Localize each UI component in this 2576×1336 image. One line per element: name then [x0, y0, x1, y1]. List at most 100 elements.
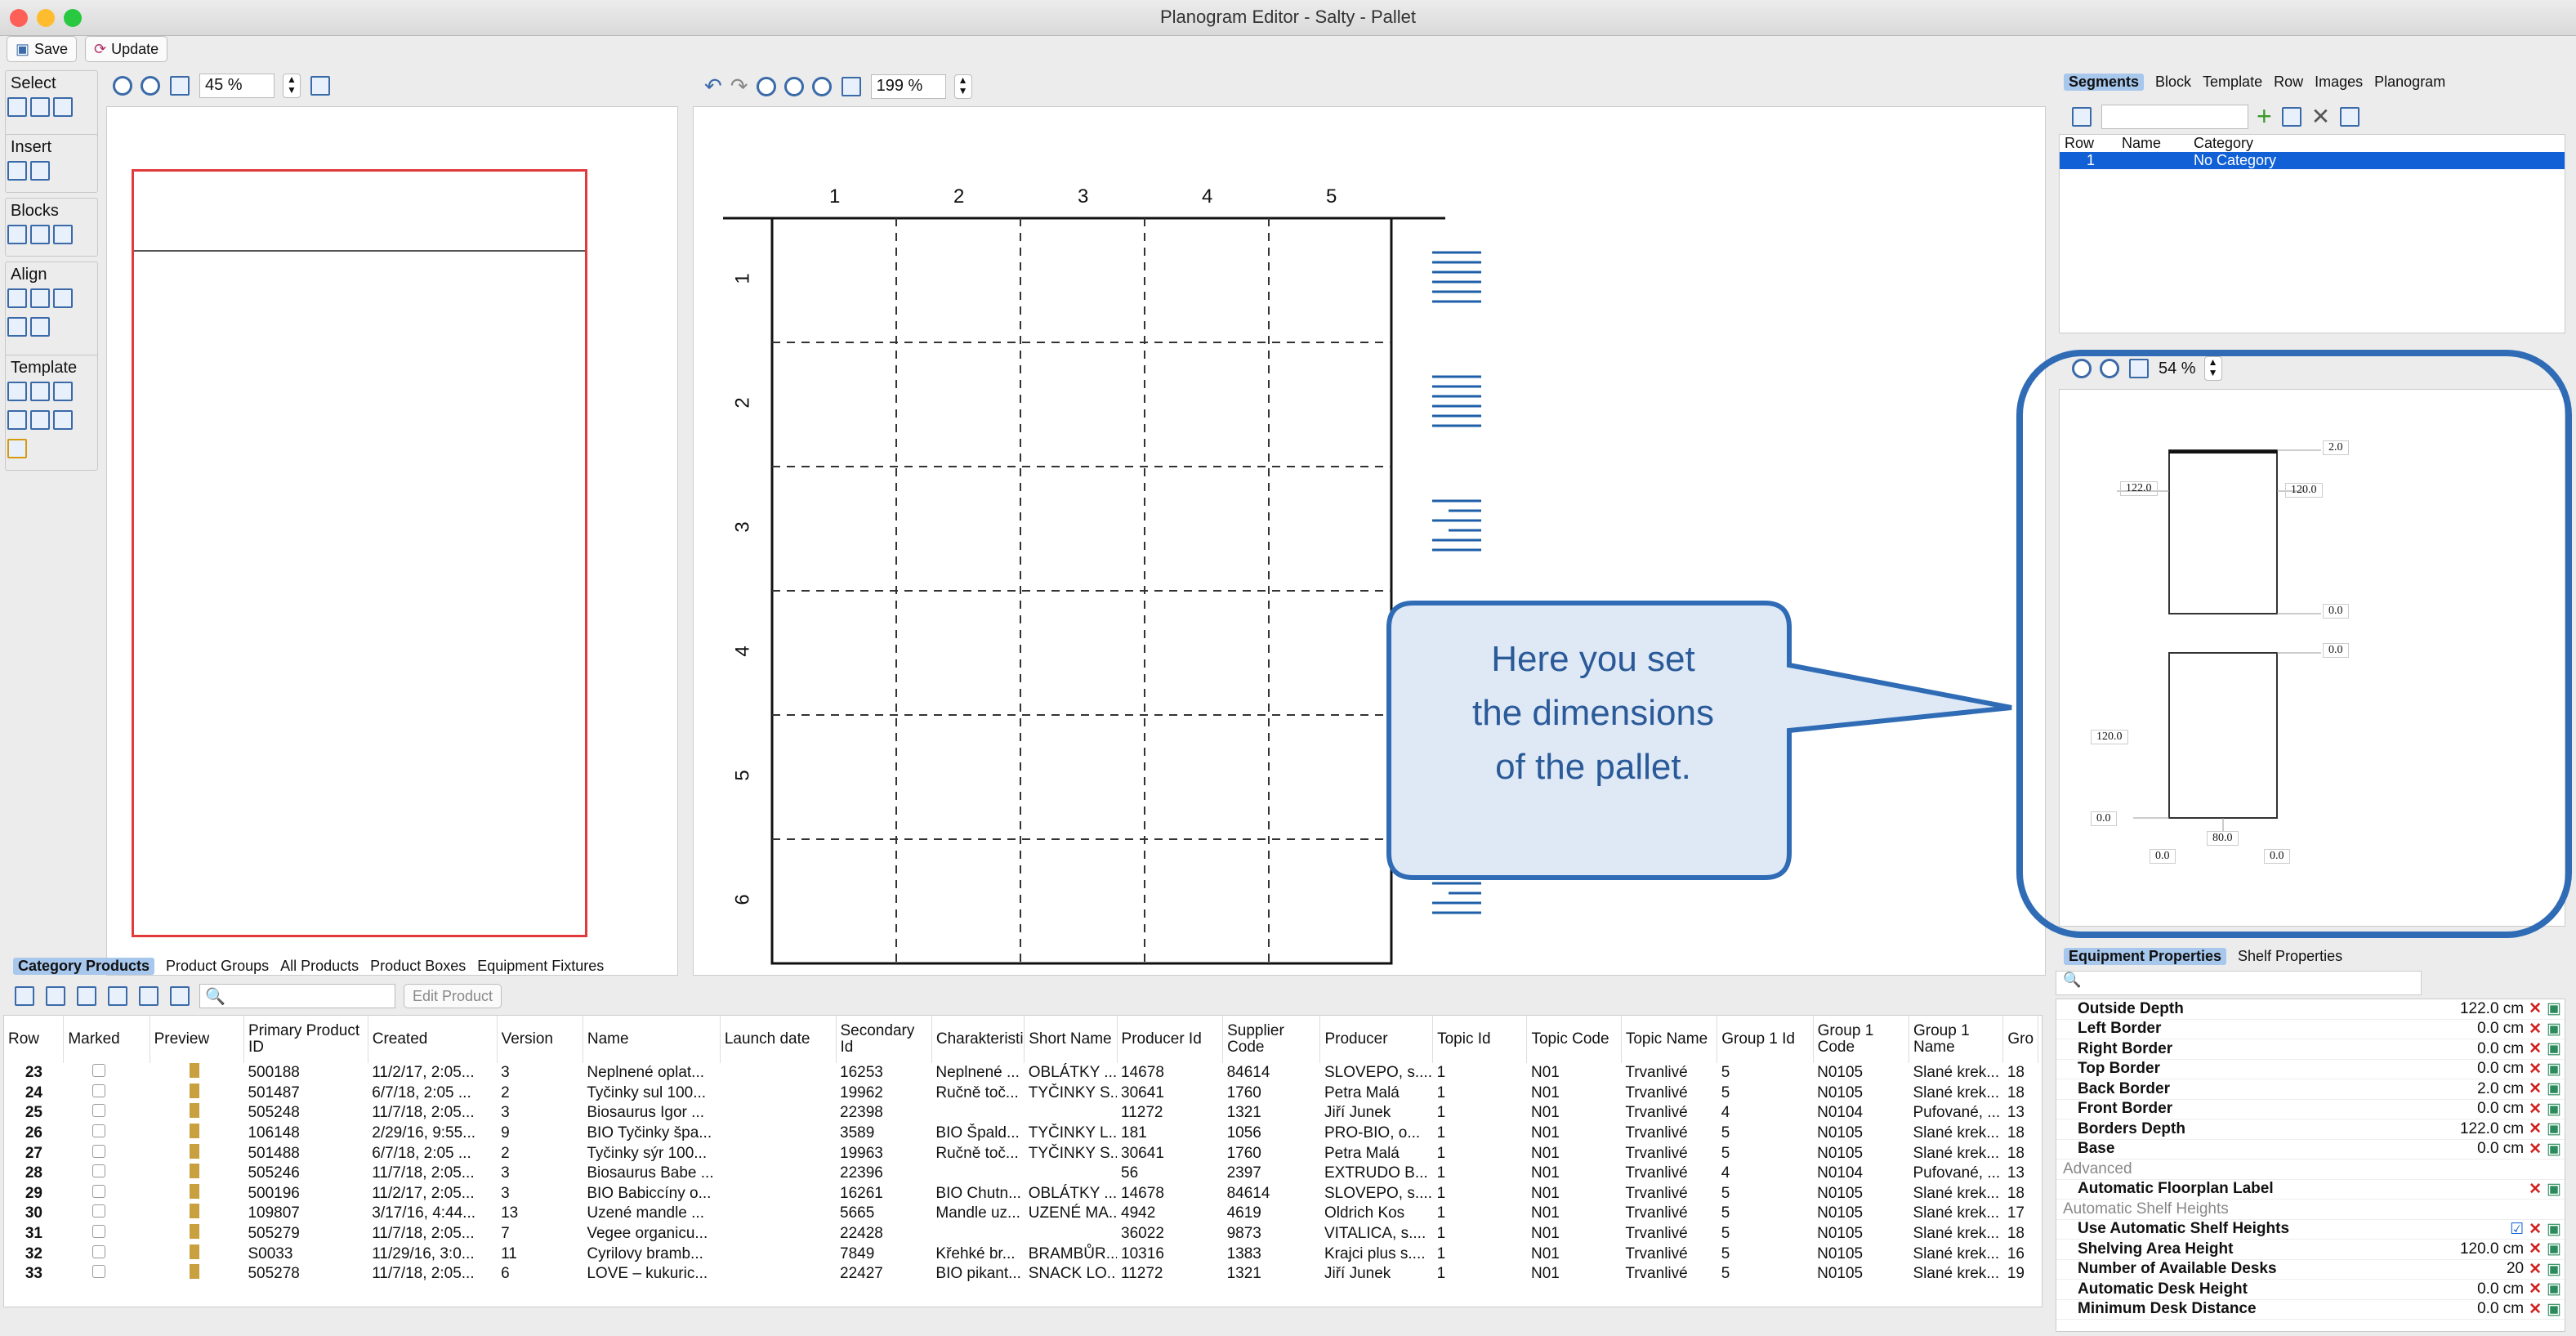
automatic-shelf-section[interactable]: Automatic Shelf Heights: [2056, 1200, 2565, 1220]
property-row[interactable]: Base 0.0 cm ✕ ▣: [2056, 1140, 2565, 1160]
marked-checkbox[interactable]: [64, 1084, 150, 1104]
dim-lower-height[interactable]: 120.0: [2091, 730, 2128, 744]
property-row[interactable]: Outside Depth 122.0 cm ✕ ▣: [2056, 999, 2565, 1020]
align-center-icon[interactable]: [30, 288, 50, 308]
segments-search-input[interactable]: [2101, 104, 2248, 129]
marked-checkbox[interactable]: [64, 1224, 150, 1244]
marked-checkbox[interactable]: [64, 1124, 150, 1144]
tab-equipment-properties[interactable]: Equipment Properties: [2064, 948, 2227, 965]
edit-product-button[interactable]: Edit Product: [404, 984, 502, 1008]
template-2-icon[interactable]: [30, 382, 50, 401]
fit-icon[interactable]: [2129, 359, 2149, 378]
dim-bottom-a[interactable]: 0.0: [2150, 849, 2176, 864]
property-row[interactable]: Top Border 0.0 cm ✕ ▣: [2056, 1060, 2565, 1079]
marked-checkbox[interactable]: [64, 1164, 150, 1184]
copy-icon[interactable]: [46, 986, 65, 1006]
segment-row[interactable]: 1 No Category: [2060, 152, 2565, 169]
select-grid-icon[interactable]: [30, 97, 50, 117]
template-6-icon[interactable]: [53, 410, 73, 430]
tab-segments[interactable]: Segments: [2064, 74, 2145, 91]
check-icon[interactable]: [15, 986, 34, 1006]
tab-all-products[interactable]: All Products: [280, 958, 359, 975]
split-icon[interactable]: [2340, 106, 2360, 127]
tab-images[interactable]: Images: [2315, 74, 2363, 91]
fit-icon[interactable]: [170, 76, 190, 96]
table-row[interactable]: 32 S0033 11/29/16, 3:0... 11 Cyrilovy bramb.…: [4, 1244, 2038, 1264]
align-right-icon[interactable]: [53, 288, 73, 308]
table-row[interactable]: 33 505278 11/7/18, 2:05... 6 LOVE – kukuric.…: [4, 1264, 2038, 1285]
tab-planogram[interactable]: Planogram: [2374, 74, 2445, 91]
dim-bottom-b[interactable]: 0.0: [2264, 849, 2290, 864]
property-row[interactable]: Number of Available Desks 20 ✕ ▣: [2056, 1260, 2565, 1280]
template-5-icon[interactable]: [30, 410, 50, 430]
table-row[interactable]: 28 505246 11/7/18, 2:05... 3 Biosaurus Babe …: [4, 1164, 2038, 1184]
zoom-out-icon[interactable]: [784, 76, 804, 96]
select-item-icon[interactable]: [7, 97, 27, 117]
zoom-in-icon[interactable]: [2072, 359, 2092, 378]
tab-category-products[interactable]: Category Products: [13, 958, 155, 975]
tab-product-groups[interactable]: Product Groups: [166, 958, 269, 975]
zoom-reset-icon[interactable]: [811, 76, 832, 96]
table-row[interactable]: 30 109807 3/17/16, 4:44... 13 Uzené mandle .…: [4, 1204, 2038, 1224]
warning-icon[interactable]: [7, 439, 27, 458]
property-row[interactable]: Minimum Desk Distance 0.0 cm ✕ ▣: [2056, 1300, 2565, 1320]
zoom-out-icon[interactable]: [141, 76, 160, 96]
table-row[interactable]: 23 500188 11/2/17, 2:05... 3 Neplnené oplat.…: [4, 1063, 2038, 1084]
template-4-icon[interactable]: [7, 410, 27, 430]
table-row[interactable]: 24 501487 6/7/18, 2:05 ... 2 Tyčinky sul 100…: [4, 1083, 2038, 1104]
property-row[interactable]: Use Automatic Shelf Heights ☑ ✕ ▣: [2056, 1220, 2565, 1240]
save-button[interactable]: ▣ Save: [7, 36, 78, 62]
update-button[interactable]: ⟳ Update: [85, 36, 168, 62]
zoom-in-icon[interactable]: [113, 76, 132, 96]
table-row[interactable]: 25 505248 11/7/18, 2:05... 3 Biosaurus Igor …: [4, 1103, 2038, 1124]
left-zoom-stepper[interactable]: ▲ ▼: [283, 74, 301, 98]
dim-left-height[interactable]: 122.0: [2120, 481, 2158, 496]
property-row[interactable]: Automatic Desk Height 0.0 cm ✕ ▣: [2056, 1280, 2565, 1300]
center-zoom-input[interactable]: 199 %: [870, 74, 946, 99]
pallet-dimension-preview[interactable]: 2.0 122.0 120.0 0.0 0.0 120.0 0.0 80.0 0…: [2059, 389, 2565, 927]
dim-zero-b[interactable]: 0.0: [2323, 643, 2349, 658]
property-row[interactable]: Back Border 2.0 cm ✕ ▣: [2056, 1079, 2565, 1100]
zoom-in-icon[interactable]: [756, 76, 776, 96]
delete-icon[interactable]: [170, 986, 190, 1006]
property-row[interactable]: Right Border 0.0 cm ✕ ▣: [2056, 1039, 2565, 1060]
pallet-outline[interactable]: [132, 169, 587, 937]
marked-checkbox[interactable]: [64, 1204, 150, 1224]
marked-checkbox[interactable]: [64, 1063, 150, 1084]
dim-top[interactable]: 2.0: [2323, 440, 2349, 455]
template-1-icon[interactable]: [7, 382, 27, 401]
copy-icon[interactable]: [2281, 106, 2301, 127]
insert-text-icon[interactable]: [30, 161, 50, 181]
marked-checkbox[interactable]: [64, 1103, 150, 1124]
align-columns-icon[interactable]: [30, 317, 50, 337]
overview-icon[interactable]: [310, 76, 330, 96]
tab-block[interactable]: Block: [2155, 74, 2191, 91]
dim-bottom-left[interactable]: 0.0: [2091, 811, 2117, 826]
export-icon[interactable]: [108, 986, 127, 1006]
table-row[interactable]: 31 505279 11/7/18, 2:05... 7 Vegee organicu.…: [4, 1224, 2038, 1244]
marked-checkbox[interactable]: [64, 1264, 150, 1285]
marked-checkbox[interactable]: [64, 1143, 150, 1164]
tab-template[interactable]: Template: [2203, 74, 2262, 91]
zoom-out-icon[interactable]: [2100, 359, 2119, 378]
redo-icon[interactable]: ↷: [730, 74, 748, 99]
preview-zoom-stepper[interactable]: ▲ ▼: [2203, 356, 2222, 381]
preview-zoom[interactable]: 54 %: [2159, 360, 2196, 378]
property-row[interactable]: Shelving Area Height 120.0 cm ✕ ▣: [2056, 1240, 2565, 1260]
marked-checkbox[interactable]: [64, 1184, 150, 1204]
center-zoom-stepper[interactable]: ▲ ▼: [953, 74, 972, 99]
dim-width[interactable]: 80.0: [2207, 831, 2239, 846]
block-3-icon[interactable]: [53, 225, 73, 244]
template-3-icon[interactable]: [53, 382, 73, 401]
align-justify-icon[interactable]: [7, 317, 27, 337]
tab-shelf-properties[interactable]: Shelf Properties: [2238, 948, 2342, 965]
block-1-icon[interactable]: [7, 225, 27, 244]
table-row[interactable]: 27 501488 6/7/18, 2:05 ... 2 Tyčinky sýr 100…: [4, 1143, 2038, 1164]
table-row[interactable]: 26 106148 2/29/16, 9:55... 9 BIO Tyčinky špa…: [4, 1124, 2038, 1144]
tab-product-boxes[interactable]: Product Boxes: [370, 958, 466, 975]
list-icon[interactable]: [139, 986, 158, 1006]
advanced-section[interactable]: Advanced: [2056, 1160, 2565, 1180]
dim-zero-a[interactable]: 0.0: [2323, 604, 2349, 619]
select-filter-icon[interactable]: [53, 97, 73, 117]
align-left-icon[interactable]: [7, 288, 27, 308]
